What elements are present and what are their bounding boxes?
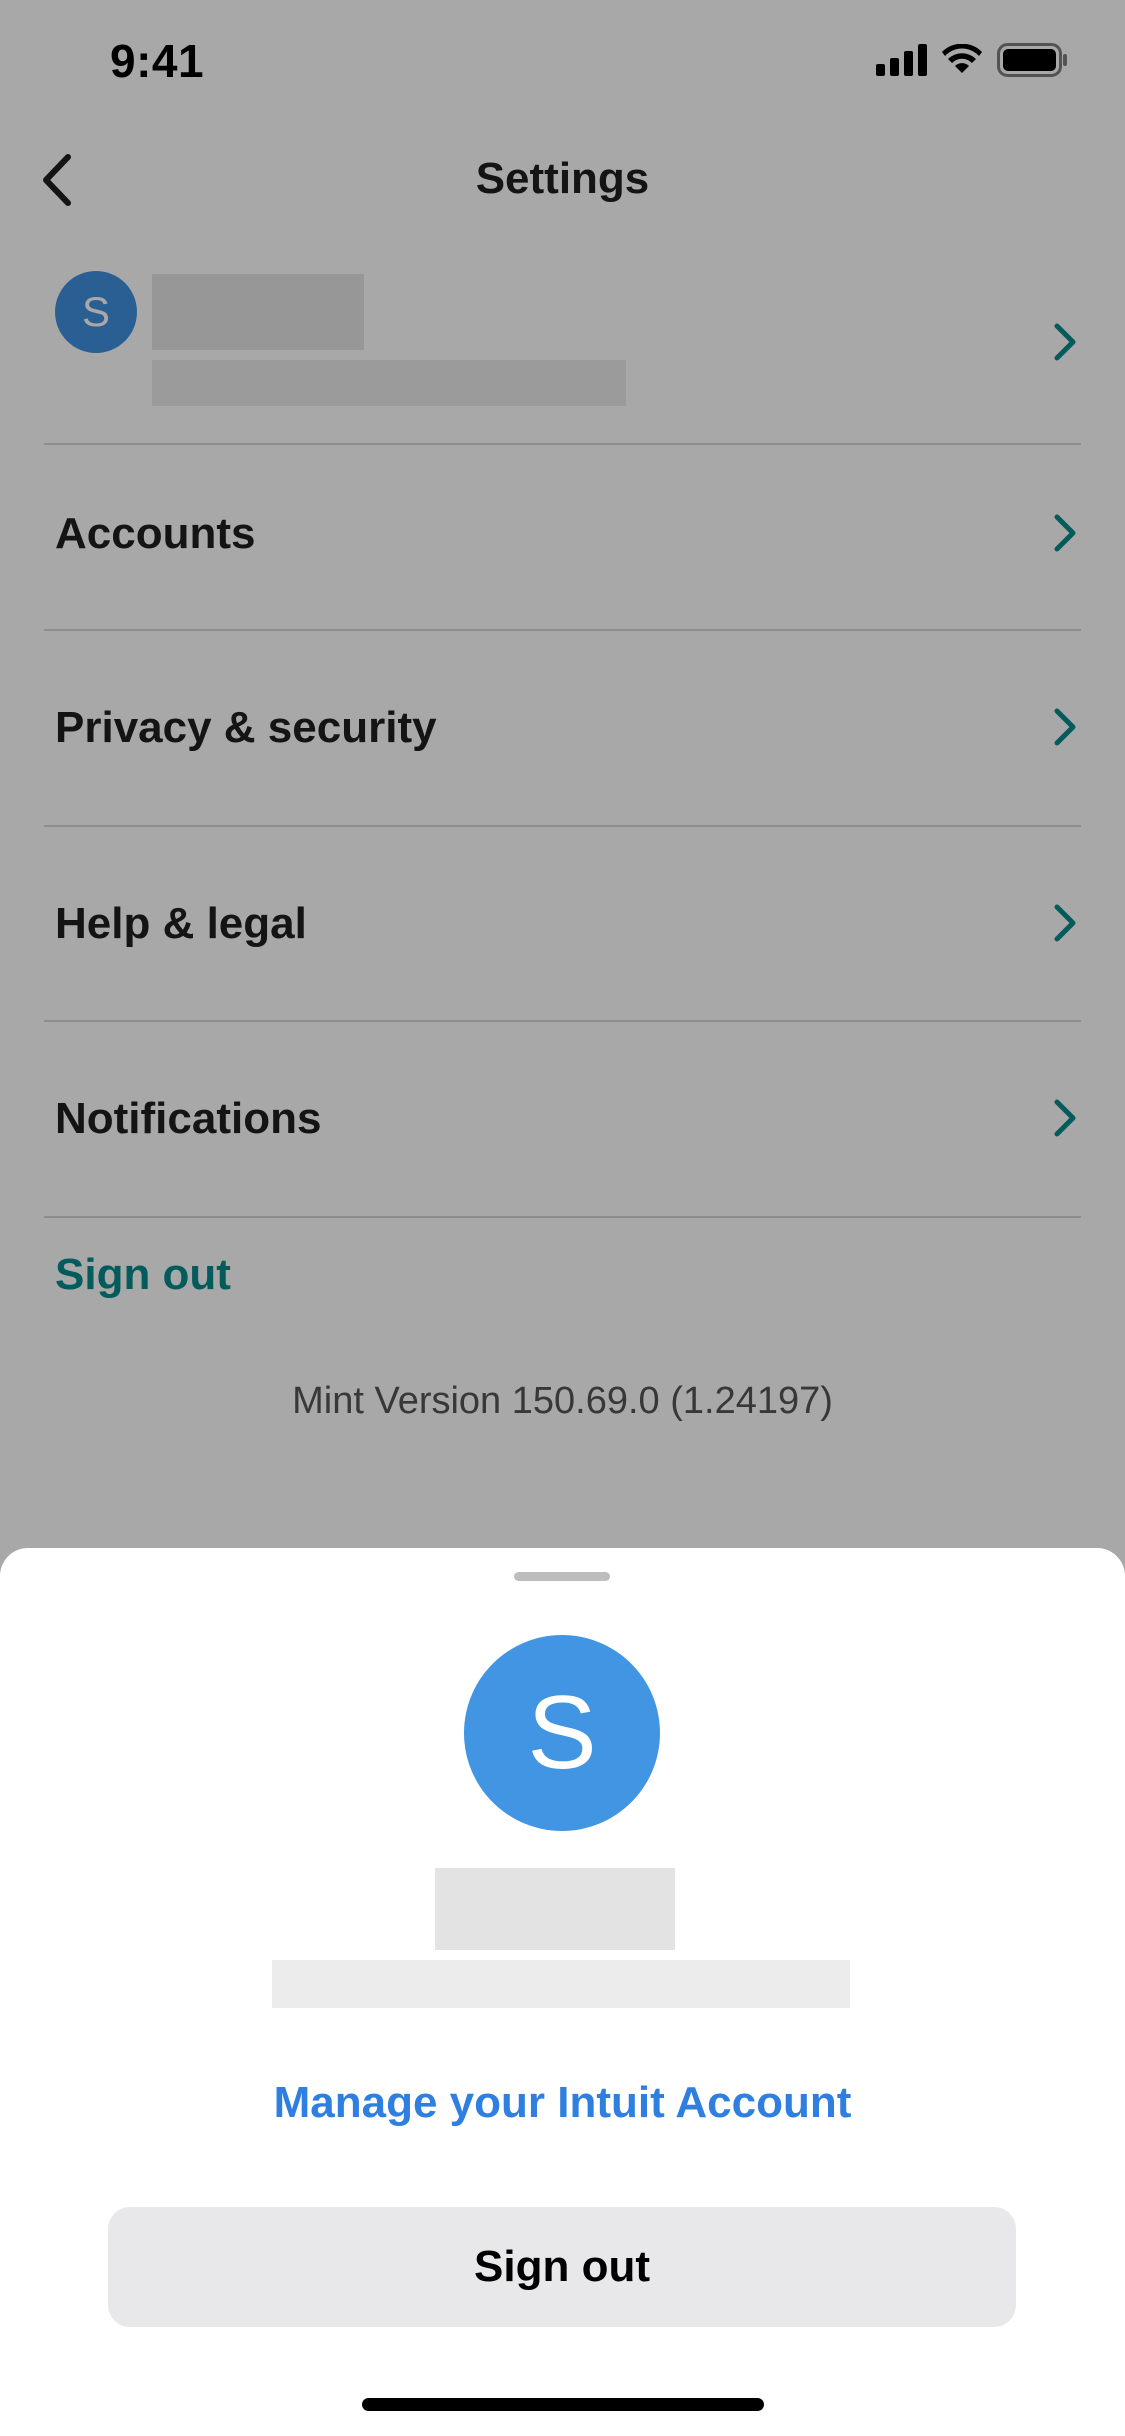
redacted-email — [272, 1960, 850, 2008]
sheet-grabber-handle[interactable] — [514, 1572, 610, 1581]
home-indicator — [362, 2398, 764, 2411]
avatar-large: S — [464, 1635, 660, 1831]
redacted-name — [435, 1868, 675, 1950]
manage-intuit-account-link[interactable]: Manage your Intuit Account — [0, 2078, 1125, 2128]
sign-out-button[interactable]: Sign out — [108, 2207, 1016, 2327]
account-bottom-sheet: S Manage your Intuit Account Sign out — [0, 1548, 1125, 2436]
settings-screen: 9:41 Settings S Accounts Privacy & secur… — [0, 0, 1125, 2436]
